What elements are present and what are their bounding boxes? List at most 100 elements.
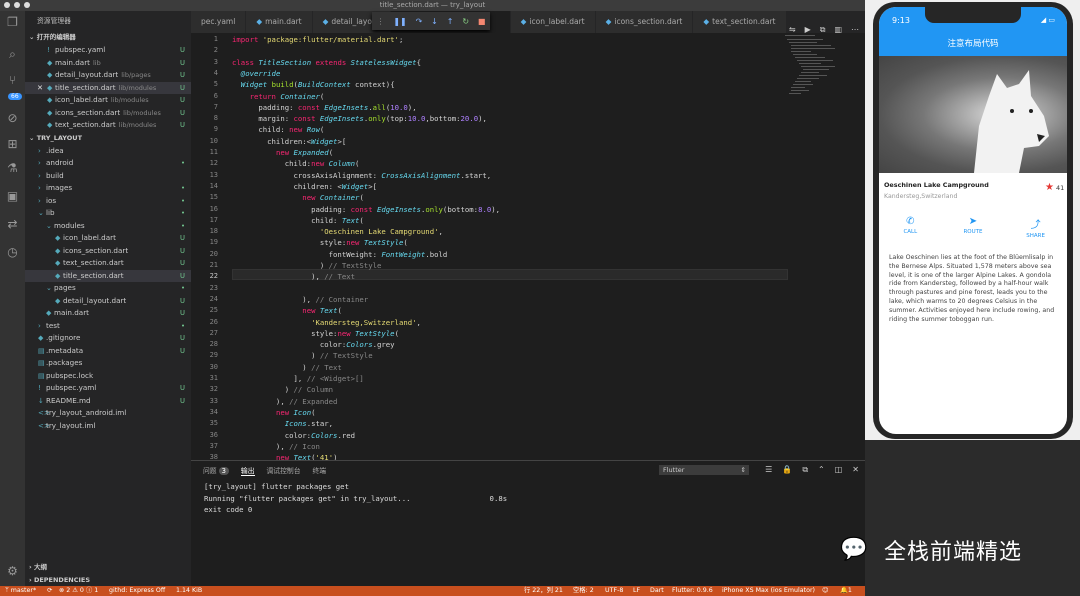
star-icon[interactable]: ★	[1045, 182, 1054, 193]
terminal-icon[interactable]: ▣	[5, 189, 20, 204]
file-item[interactable]: ◆ detail_layout.dart U	[25, 295, 191, 308]
file-item[interactable]: ◆ .gitignore U	[25, 332, 191, 345]
project-header[interactable]: ⌄ TRY_LAYOUT	[25, 132, 191, 145]
file-item[interactable]: ▤.packages	[25, 357, 191, 370]
open-log-icon[interactable]: ⧉	[802, 465, 808, 475]
layout-icon[interactable]: ◫	[835, 465, 843, 475]
file-item[interactable]: › build	[25, 170, 191, 183]
file-item[interactable]: ⌄ modules •	[25, 220, 191, 233]
remote-icon[interactable]: ⇄	[5, 217, 20, 232]
step-over-icon[interactable]: ↷	[416, 17, 423, 26]
step-out-icon[interactable]: ↑	[447, 17, 454, 26]
file-item[interactable]: ⌄ pages •	[25, 282, 191, 295]
file-item[interactable]: ◆ icon_label.dart lib/modules U	[25, 94, 191, 107]
output-channel-select[interactable]: Flutter ⇕	[659, 465, 749, 475]
file-item[interactable]: ▤.metadata U	[25, 345, 191, 358]
file-item[interactable]: › images •	[25, 182, 191, 195]
file-item[interactable]: ◆ text_section.dart lib/modules U	[25, 119, 191, 132]
call-button[interactable]: ✆ CALL	[890, 216, 930, 239]
language-status[interactable]: Dart	[650, 586, 664, 596]
test-icon[interactable]: ⚗	[5, 161, 20, 176]
file-item[interactable]: <>try_layout_android.iml	[25, 407, 191, 420]
gear-icon[interactable]: ⚙	[5, 564, 20, 579]
tab-text-section[interactable]: ◆ text_section.dart	[693, 11, 787, 33]
tab-output[interactable]: 输出	[240, 465, 255, 476]
step-into-icon[interactable]: ↓	[431, 17, 438, 26]
tab-main[interactable]: ◆ main.dart	[246, 11, 313, 33]
feedback-icon[interactable]: ☺	[822, 586, 829, 596]
file-item[interactable]: › .idea	[25, 145, 191, 158]
line-number: 5	[213, 80, 218, 89]
file-tree: › .idea › android • › build › images • › ios • ⌄ lib • ⌄…	[25, 145, 191, 433]
tab-icon-label[interactable]: ◆ icon_label.dart	[510, 11, 596, 33]
file-item[interactable]: <>try_layout.iml	[25, 420, 191, 433]
file-name: android	[46, 158, 74, 167]
flutter-version[interactable]: Flutter: 0.9.6	[672, 586, 713, 596]
debug-icon[interactable]: ⊘	[5, 111, 20, 126]
eol-status[interactable]: LF	[633, 586, 640, 596]
file-item[interactable]: ◆ main.dart U	[25, 307, 191, 320]
share-button[interactable]: ⤴ SHARE	[1016, 216, 1056, 239]
open-editors-header[interactable]: ⌄ 打开的编辑器	[25, 31, 191, 44]
file-item[interactable]: ◆ title_section.dart lib/modules U ✕	[25, 81, 191, 95]
file-item[interactable]: ↓ README.md U	[25, 395, 191, 408]
file-item[interactable]: ◆ icons_section.dart U	[25, 245, 191, 258]
tab-icons-section[interactable]: ◆ icons_section.dart	[595, 11, 694, 33]
file-type-icon: ◆	[46, 309, 52, 317]
file-item[interactable]: ◆ detail_layout.dart lib/pages U	[25, 69, 191, 82]
outline-header[interactable]: › 大纲	[25, 561, 191, 574]
file-item[interactable]: ◆ icon_label.dart U	[25, 232, 191, 245]
file-item[interactable]: ◆ main.dart lib U	[25, 57, 191, 70]
git-status: U	[180, 296, 185, 305]
drag-handle-icon[interactable]: ⋮	[376, 17, 384, 26]
minimap[interactable]	[785, 33, 845, 103]
explorer-icon[interactable]: ❐	[5, 15, 20, 30]
pause-icon[interactable]: ❚❚	[393, 17, 406, 26]
tab-pubspec[interactable]: pec.yaml	[191, 11, 247, 33]
git-status: U	[180, 346, 185, 355]
close-panel-icon[interactable]: ✕	[852, 465, 859, 475]
file-item[interactable]: › test •	[25, 320, 191, 333]
file-item[interactable]: ! pubspec.yaml U	[25, 44, 191, 57]
lock-scroll-icon[interactable]: 🔒	[782, 465, 792, 475]
file-item[interactable]: › android •	[25, 157, 191, 170]
window-title: title_section.dart — try_layout	[379, 1, 486, 9]
restart-icon[interactable]: ↻	[462, 17, 469, 26]
place-location: Kandersteg,Switzerland	[884, 193, 958, 200]
tab-problems[interactable]: 问题 3	[203, 465, 229, 476]
close-icon[interactable]: ✕	[37, 82, 43, 95]
file-item[interactable]: ◆ text_section.dart U	[25, 257, 191, 270]
file-item[interactable]: ◆ icons_section.dart lib/modules U	[25, 107, 191, 120]
branch-status[interactable]: ᛘ master*	[5, 586, 36, 596]
git-status: U	[180, 96, 185, 104]
file-type-icon: <>	[38, 409, 50, 417]
extensions-icon[interactable]: ⊞	[5, 137, 20, 152]
sync-icon[interactable]: ⟳	[47, 586, 52, 596]
source-control-icon[interactable]: ⑂	[5, 73, 20, 88]
encoding-status[interactable]: UTF-8	[605, 586, 623, 596]
githd-status[interactable]: githd: Express Off	[109, 586, 165, 596]
device-status[interactable]: iPhone XS Max (ios Emulator)	[722, 586, 815, 596]
window-controls[interactable]	[4, 2, 30, 8]
maximize-panel-icon[interactable]: ⌃	[818, 465, 825, 475]
notifications-bell-icon[interactable]: 🔔1	[840, 586, 852, 596]
search-icon[interactable]: ⌕	[5, 47, 20, 62]
code-editor[interactable]: 1 import 'package:flutter/material.dart';…	[191, 33, 865, 460]
file-item[interactable]: ! pubspec.yaml U	[25, 382, 191, 395]
code-line: new Expanded(	[275, 148, 334, 157]
clear-output-icon[interactable]: ☰	[765, 465, 772, 475]
tab-terminal[interactable]: 终端	[313, 465, 327, 476]
file-item[interactable]: ▤pubspec.lock	[25, 370, 191, 383]
file-item[interactable]: › ios •	[25, 195, 191, 208]
problems-status[interactable]: ⊗ 2 ⚠ 0 ⓘ 1	[59, 586, 98, 596]
cursor-position[interactable]: 行 22，列 21	[524, 586, 563, 596]
git-status: U	[180, 108, 185, 117]
history-icon[interactable]: ◷	[5, 245, 20, 260]
stop-icon[interactable]: ■	[478, 17, 486, 26]
tab-debug-console[interactable]: 调试控制台	[267, 465, 301, 476]
file-item[interactable]: ◆ title_section.dart U	[25, 269, 191, 282]
place-title: Oeschinen Lake Campground	[884, 181, 989, 189]
file-item[interactable]: ⌄ lib •	[25, 207, 191, 220]
indent-status[interactable]: 空格: 2	[573, 586, 594, 596]
route-button[interactable]: ➤ ROUTE	[953, 216, 993, 239]
